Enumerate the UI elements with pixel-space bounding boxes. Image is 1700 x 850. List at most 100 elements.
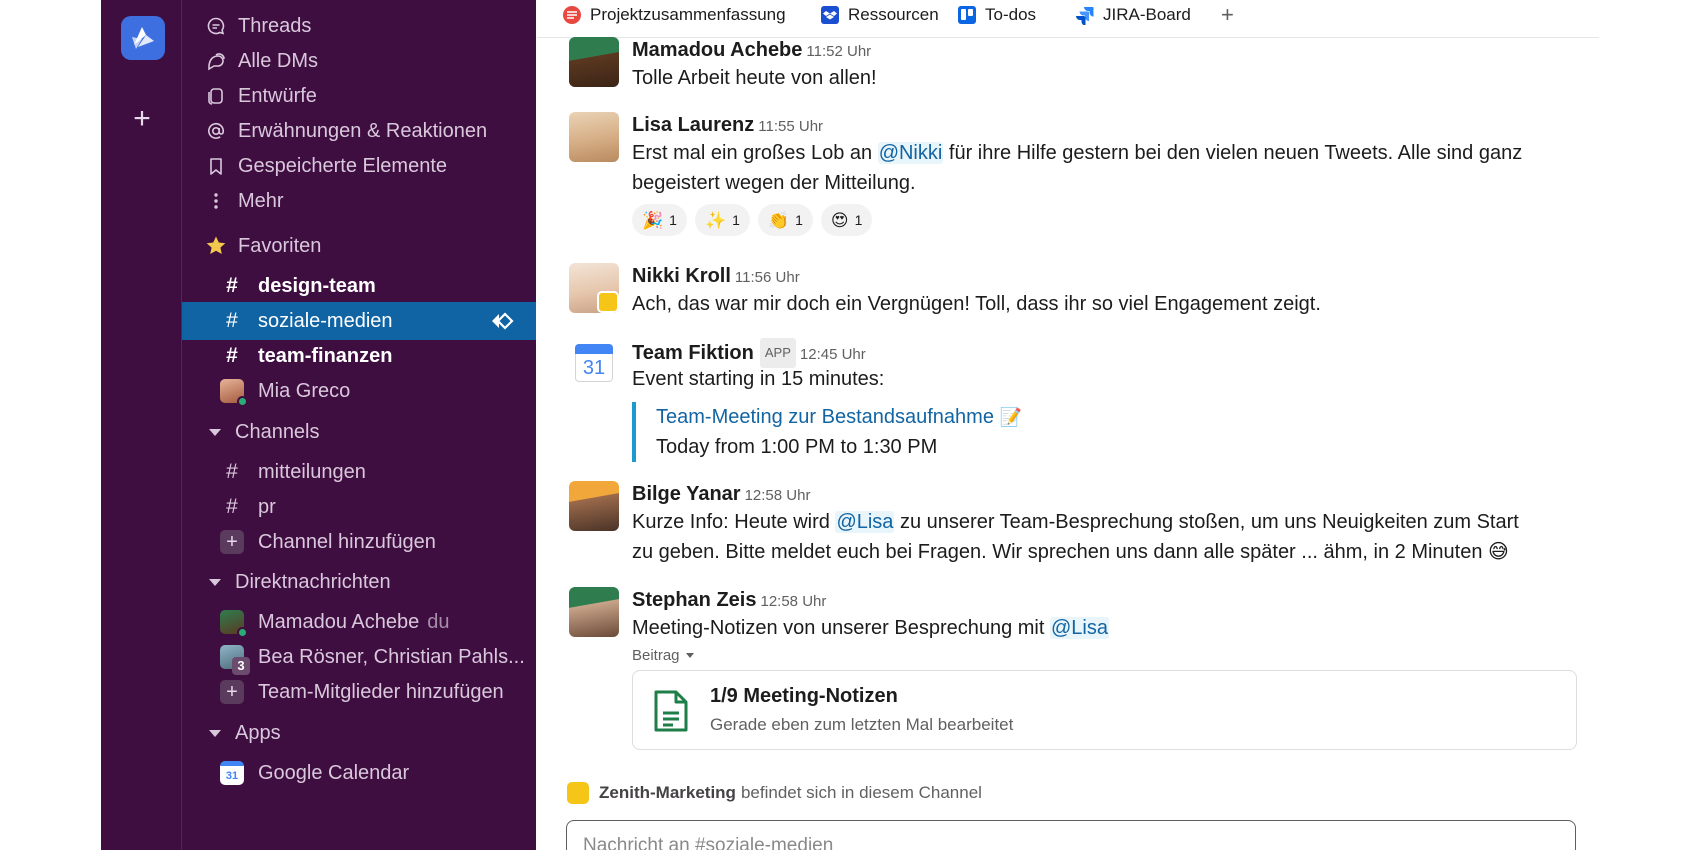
sender-name[interactable]: Nikki Kroll	[632, 265, 731, 287]
presence-online-icon	[237, 627, 248, 638]
event-time: Today from 1:00 PM to 1:30 PM	[656, 436, 938, 458]
timestamp[interactable]: 12:58 Uhr	[760, 593, 826, 610]
add-members-label: Team-Mitglieder hinzufügen	[258, 680, 504, 703]
app-window: + Threads Alle DMs Entwürfe Erwähnungen …	[0, 0, 1700, 850]
avatar[interactable]	[569, 587, 619, 637]
message-text: Meeting-Notizen von unserer Besprechung …	[632, 613, 1532, 643]
timestamp[interactable]: 12:58 Uhr	[745, 487, 811, 504]
section-direct-messages[interactable]: Direktnachrichten	[182, 563, 536, 601]
bookmark-to-dos[interactable]: To-dos	[957, 2, 1036, 28]
sender-name[interactable]: Stephan Zeis	[632, 589, 756, 611]
bookmark-ressourcen[interactable]: Ressourcen	[820, 2, 939, 28]
timestamp[interactable]: 11:55 Uhr	[758, 118, 823, 135]
message-body: Bilge Yanar 12:58 Uhr Kurze Info: Heute w…	[632, 481, 1532, 567]
mention-link[interactable]: @Lisa	[1050, 617, 1109, 639]
bookmark-label: JIRA-Board	[1103, 5, 1191, 24]
plus-icon: +	[220, 530, 244, 554]
memo-icon: 📝	[999, 407, 1022, 427]
sender-name[interactable]: Team Fiktion	[632, 342, 754, 364]
section-channels[interactable]: Channels	[182, 413, 536, 451]
section-favorites[interactable]: Favoriten	[182, 227, 536, 265]
app-google-calendar[interactable]: 31 Google Calendar	[182, 754, 536, 792]
sender-name[interactable]: Bilge Yanar	[632, 483, 741, 505]
bookmarks-bar: Projektzusammenfassung Ressourcen To-dos…	[537, 0, 1599, 38]
avatar[interactable]	[569, 112, 619, 162]
mention-link[interactable]: @Lisa	[835, 511, 895, 533]
channel-pr[interactable]: # pr	[182, 488, 536, 526]
event-attachment: Team-Meeting zur Bestandsaufnahme 📝 Toda…	[632, 402, 1532, 462]
dm-mia-greco[interactable]: Mia Greco	[182, 372, 536, 410]
more-icon	[204, 189, 228, 213]
app-label: Google Calendar	[258, 761, 410, 784]
avatar[interactable]	[569, 481, 619, 531]
add-channel-label: Channel hinzufügen	[258, 530, 436, 553]
document-card[interactable]: 1/9 Meeting-Notizen Gerade eben zum letz…	[632, 670, 1577, 750]
avatar	[220, 610, 248, 638]
hash-icon: #	[226, 274, 238, 297]
sidebar-item-saved[interactable]: Gespeicherte Elemente	[182, 147, 536, 185]
sidebar-item-label: Erwähnungen & Reaktionen	[238, 119, 488, 142]
section-apps[interactable]: Apps	[182, 714, 536, 752]
dm-mamadou-achebe[interactable]: Mamadou Achebe du	[182, 603, 536, 641]
reaction-button[interactable]: 🎉 1	[632, 204, 687, 236]
reaction-button[interactable]: 😍 1	[820, 204, 873, 236]
sidebar-item-threads[interactable]: Threads	[182, 7, 536, 45]
channel-soziale-medien[interactable]: # soziale-medien	[182, 302, 536, 340]
sparkles-icon: ✨	[704, 210, 727, 230]
channel-team-finanzen[interactable]: # team-finanzen	[182, 337, 536, 375]
dm-label: Bea Rösner, Christian Pahls...	[258, 645, 525, 668]
reaction-button[interactable]: ✨ 1	[694, 204, 750, 236]
message-body: Nikki Kroll 11:56 Uhr Ach, das war mir do…	[632, 263, 1532, 319]
add-channel-button[interactable]: + Channel hinzufügen	[182, 523, 536, 561]
dm-group[interactable]: 3 Bea Rösner, Christian Pahls...	[182, 638, 536, 676]
event-title-link[interactable]: Team-Meeting zur Bestandsaufnahme	[656, 406, 994, 428]
message-text: Ach, das war mir doch ein Vergnügen! Tol…	[632, 293, 1321, 315]
message-composer[interactable]	[566, 820, 1576, 850]
timestamp[interactable]: 12:45 Uhr	[800, 346, 866, 363]
attachment-toggle[interactable]: Beitrag	[632, 647, 1532, 664]
add-members-button[interactable]: + Team-Mitglieder hinzufügen	[182, 673, 536, 711]
app-badge-icon	[567, 782, 589, 804]
add-workspace-icon[interactable]: +	[127, 104, 157, 134]
sidebar-item-more[interactable]: Mehr	[182, 182, 536, 220]
message-body: Team Fiktion APP 12:45 Uhr Event starting …	[632, 338, 1532, 462]
caret-down-icon	[209, 729, 221, 737]
sidebar-item-mentions[interactable]: Erwähnungen & Reaktionen	[182, 112, 536, 150]
google-calendar-icon[interactable]: 31	[569, 338, 619, 388]
text-part: Erst mal ein großes Lob an	[632, 142, 878, 164]
trello-icon	[957, 5, 977, 25]
drafts-icon	[204, 84, 228, 108]
sidebar-item-label: Gespeicherte Elemente	[238, 154, 448, 177]
app-name[interactable]: Zenith-Marketing	[599, 783, 736, 803]
dm-label: Mamadou Achebe	[258, 610, 420, 633]
workspace-logo-icon[interactable]	[121, 16, 165, 60]
reaction-button[interactable]: 👏 1	[757, 204, 813, 236]
heart-eyes-icon: 😍	[830, 210, 849, 230]
section-label: Direktnachrichten	[235, 570, 391, 593]
avatar[interactable]	[569, 263, 619, 313]
channel-mitteilungen[interactable]: # mitteilungen	[182, 453, 536, 491]
message-body: Lisa Laurenz 11:55 Uhr Erst mal ein große…	[632, 112, 1532, 236]
avatar[interactable]	[569, 37, 619, 87]
timestamp[interactable]: 11:56 Uhr	[735, 269, 800, 286]
presence-online-icon	[237, 396, 248, 407]
add-bookmark-button[interactable]: +	[1221, 2, 1234, 28]
dms-icon	[204, 49, 228, 73]
channel-label: team-finanzen	[258, 344, 393, 367]
sender-name[interactable]: Mamadou Achebe	[632, 39, 802, 61]
google-calendar-icon: 31	[220, 761, 244, 785]
message-input[interactable]	[583, 835, 1483, 850]
plus-icon: +	[220, 680, 244, 704]
sidebar-item-all-dms[interactable]: Alle DMs	[182, 42, 536, 80]
bookmark-jira-board[interactable]: JIRA-Board	[1075, 2, 1191, 28]
reaction-count: 1	[669, 212, 677, 228]
sidebar-item-drafts[interactable]: Entwürfe	[182, 77, 536, 115]
star-icon	[204, 234, 228, 258]
channel-design-team[interactable]: # design-team	[182, 267, 536, 305]
channel-member-note: Zenith-Marketing befindet sich in diesem…	[567, 782, 982, 804]
sender-name[interactable]: Lisa Laurenz	[632, 114, 754, 136]
timestamp[interactable]: 11:52 Uhr	[806, 43, 871, 60]
mention-link[interactable]: @Nikki	[877, 142, 944, 164]
bookmark-projektzusammenfassung[interactable]: Projektzusammenfassung	[562, 2, 786, 28]
caret-down-icon	[209, 578, 221, 586]
